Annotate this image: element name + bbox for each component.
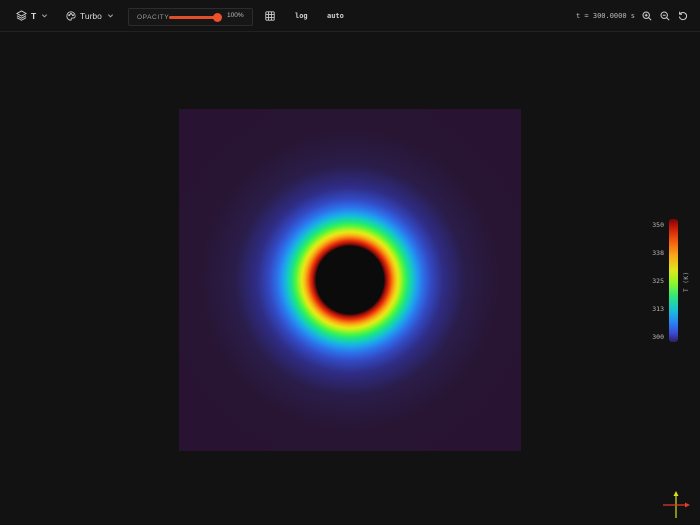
colorbar-tick: 338 <box>652 249 664 257</box>
opacity-label: OPACITY <box>137 13 170 21</box>
colorbar-tick: 325 <box>652 277 664 285</box>
zoom-out-button[interactable] <box>660 0 670 31</box>
auto-label: auto <box>327 11 344 20</box>
layers-icon <box>16 10 27 21</box>
y-axis-arrowhead <box>673 491 679 496</box>
palette-icon <box>66 10 76 21</box>
toolbar: T Turbo OPACITY 100% log auto t = 300.00… <box>0 0 700 32</box>
chevron-down-icon <box>107 12 114 19</box>
opacity-value: 100% <box>227 12 244 19</box>
colorbar-tick: 313 <box>652 305 664 313</box>
x-axis-arrowhead <box>685 502 690 508</box>
heatmap-viewport[interactable] <box>179 109 521 451</box>
opacity-slider-fill <box>169 16 217 19</box>
colorbar-tick: 300 <box>652 333 664 341</box>
opacity-slider-thumb[interactable] <box>213 13 222 22</box>
colorbar-tick: 350 <box>652 221 664 229</box>
axes-gizmo <box>660 488 692 520</box>
zoom-in-button[interactable] <box>642 0 652 31</box>
reset-view-button[interactable] <box>678 0 688 31</box>
chevron-down-icon <box>41 12 48 19</box>
zoom-in-icon <box>642 10 652 21</box>
auto-range-button[interactable]: auto <box>327 0 344 31</box>
reset-icon <box>678 11 688 21</box>
time-readout: t = 300.0000 s <box>576 0 635 31</box>
zoom-out-icon <box>660 10 670 21</box>
grid-icon <box>265 10 275 21</box>
colormap-label: Turbo <box>80 10 102 21</box>
colorbar <box>669 219 678 342</box>
field-selector[interactable]: T <box>16 0 48 31</box>
opacity-control: OPACITY 100% <box>128 8 253 26</box>
log-scale-button[interactable]: log <box>295 0 308 31</box>
colorbar-title: T (K) <box>683 271 690 292</box>
colormap-selector[interactable]: Turbo <box>66 0 114 31</box>
grid-toggle-button[interactable] <box>265 0 275 31</box>
opacity-slider[interactable] <box>169 13 222 22</box>
log-label: log <box>295 11 308 20</box>
time-value: t = 300.0000 s <box>576 11 636 20</box>
field-label: T <box>31 10 37 21</box>
